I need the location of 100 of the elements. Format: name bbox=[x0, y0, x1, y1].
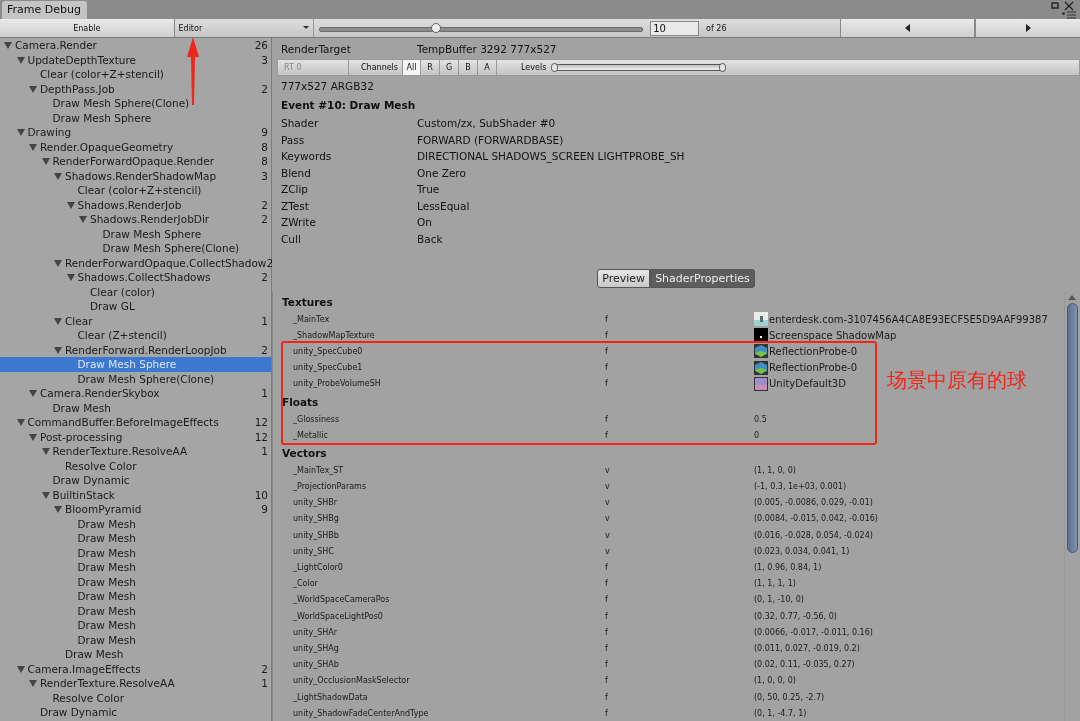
event-tree-item[interactable]: Post-processing 12 bbox=[0, 429, 271, 444]
event-tree-item[interactable]: RenderForwardOpaque.Render 8 bbox=[0, 154, 271, 169]
event-slider-thumb[interactable] bbox=[430, 23, 441, 33]
event-tree-item[interactable]: Draw GL bbox=[0, 299, 271, 314]
view-tab[interactable]: Preview bbox=[597, 269, 651, 288]
maximize-icon[interactable] bbox=[1051, 2, 1061, 10]
expanded-icon[interactable] bbox=[29, 680, 37, 687]
channel-toggle[interactable]: G bbox=[440, 60, 459, 75]
next-button[interactable] bbox=[975, 19, 1080, 37]
event-number-field[interactable]: 10 bbox=[650, 20, 700, 36]
event-tree-item[interactable]: RenderForward.RenderLoopJob 2 bbox=[0, 342, 271, 357]
channel-toggle[interactable]: B bbox=[459, 60, 478, 75]
expanded-icon[interactable] bbox=[16, 56, 25, 64]
expanded-icon[interactable] bbox=[16, 129, 25, 136]
event-tree-item[interactable]: Camera.ImageEffects 2 bbox=[0, 661, 271, 676]
event-tree-item[interactable]: Clear (color+Z+stencil) bbox=[0, 183, 271, 198]
expanded-icon[interactable] bbox=[41, 448, 50, 455]
event-tree-item[interactable]: Draw Mesh Sphere bbox=[0, 226, 271, 241]
expanded-icon[interactable] bbox=[16, 419, 25, 426]
property-value: (0, 1, -10, 0) bbox=[754, 595, 804, 605]
event-tree-item[interactable]: Camera.Render 26 bbox=[0, 38, 271, 53]
field-label: ZWrite bbox=[281, 216, 317, 229]
event-tree-item[interactable]: Shadows.RenderJob 2 bbox=[0, 197, 271, 212]
event-tree-item[interactable]: Draw Dynamic bbox=[0, 473, 271, 488]
expanded-icon[interactable] bbox=[41, 491, 50, 499]
event-tree-item[interactable]: Clear (color) bbox=[0, 284, 271, 299]
property-name: _Color bbox=[292, 579, 319, 589]
property-type: f bbox=[605, 363, 609, 373]
expanded-icon[interactable] bbox=[54, 259, 62, 267]
property-name: unity_OcclusionMaskSelector bbox=[292, 676, 411, 686]
texture-thumbnail-icon bbox=[754, 312, 768, 327]
previous-button[interactable] bbox=[839, 19, 976, 37]
event-tree-item[interactable]: Clear 1 bbox=[0, 313, 271, 328]
event-tree-item[interactable]: UpdateDepthTexture 3 bbox=[0, 52, 271, 67]
event-tree-item[interactable]: Shadows.CollectShadows 2 bbox=[0, 270, 271, 285]
levels-label: Levels bbox=[521, 63, 547, 72]
event-tree-item[interactable]: Draw Mesh bbox=[0, 647, 271, 662]
event-tree-item[interactable]: Draw Dynamic bbox=[0, 705, 271, 720]
event-tree-item[interactable]: Shadows.RenderJobDir 2 bbox=[0, 212, 271, 227]
event-tree-item[interactable]: RenderTexture.ResolveAA 1 bbox=[0, 676, 271, 691]
channel-toggle[interactable]: A bbox=[478, 60, 497, 75]
event-tree-item[interactable]: Camera.RenderSkybox 1 bbox=[0, 386, 271, 401]
expanded-icon[interactable] bbox=[29, 85, 37, 93]
event-tree-item[interactable]: BloomPyramid 9 bbox=[0, 502, 271, 517]
event-tree-item[interactable]: Clear (Z+stencil) bbox=[0, 328, 271, 343]
target-dropdown[interactable]: Editor bbox=[174, 19, 315, 37]
enable-button[interactable]: Enable bbox=[0, 19, 175, 37]
event-tree-item[interactable]: BuiltinStack 10 bbox=[0, 487, 271, 502]
event-tree-item[interactable]: Draw Mesh bbox=[0, 545, 271, 560]
section-header: Floats bbox=[282, 394, 320, 410]
event-tree-item[interactable]: Draw Mesh bbox=[0, 574, 271, 589]
event-tree-item[interactable]: Draw Mesh bbox=[0, 531, 271, 546]
event-tree-item[interactable]: CommandBuffer.BeforeImageEffects 12 bbox=[0, 415, 271, 430]
expanded-icon[interactable] bbox=[66, 274, 75, 281]
expanded-icon[interactable] bbox=[54, 317, 62, 325]
expanded-icon[interactable] bbox=[29, 390, 37, 397]
event-tree-item[interactable]: Resolve Color bbox=[0, 690, 271, 705]
levels-low-thumb[interactable] bbox=[551, 63, 559, 72]
window-tab[interactable]: Frame Debug bbox=[2, 1, 87, 19]
event-tree-item[interactable]: Draw Mesh bbox=[0, 603, 271, 618]
expanded-icon[interactable] bbox=[4, 42, 12, 49]
expanded-icon[interactable] bbox=[54, 172, 62, 180]
event-tree-item[interactable]: Clear (color+Z+stencil) bbox=[0, 67, 271, 82]
expanded-icon[interactable] bbox=[66, 201, 75, 209]
close-icon[interactable] bbox=[1064, 1, 1074, 11]
expanded-icon[interactable] bbox=[41, 158, 50, 165]
event-tree-item[interactable]: Draw Mesh bbox=[0, 516, 271, 531]
event-tree-item[interactable]: Draw Mesh Sphere(Clone) bbox=[0, 96, 271, 111]
levels-high-thumb[interactable] bbox=[719, 63, 727, 72]
expanded-icon[interactable] bbox=[29, 143, 37, 151]
event-tree-item[interactable]: Draw Mesh bbox=[0, 632, 271, 647]
event-tree-item[interactable]: RenderTexture.ResolveAA 1 bbox=[0, 444, 271, 459]
event-tree-item[interactable]: Draw Mesh Sphere(Clone) bbox=[0, 371, 271, 386]
event-tree-item[interactable]: Draw Mesh bbox=[0, 400, 271, 415]
expanded-icon[interactable] bbox=[16, 665, 25, 673]
expanded-icon[interactable] bbox=[54, 346, 62, 354]
event-tree-item[interactable]: Render.OpaqueGeometry 8 bbox=[0, 139, 271, 154]
view-tab[interactable]: ShaderProperties bbox=[650, 269, 755, 288]
event-tree-item[interactable]: Draw Mesh bbox=[0, 589, 271, 604]
scroll-up-icon[interactable] bbox=[1068, 295, 1076, 300]
event-tree-item[interactable]: Draw Mesh Sphere bbox=[0, 110, 271, 125]
channel-toggle[interactable]: R bbox=[421, 60, 440, 75]
property-type: v bbox=[605, 546, 611, 556]
scrollbar-thumb[interactable] bbox=[1067, 303, 1078, 553]
menu-icon[interactable] bbox=[1062, 11, 1076, 19]
event-tree-item[interactable]: Resolve Color bbox=[0, 458, 271, 473]
event-tree-item[interactable]: DepthPass.Job 2 bbox=[0, 81, 271, 96]
event-tree-item[interactable]: Drawing 9 bbox=[0, 125, 271, 140]
event-tree-item[interactable]: Draw Mesh bbox=[0, 618, 271, 633]
event-tree-item[interactable]: Draw Mesh bbox=[0, 560, 271, 575]
event-tree-item[interactable]: Shadows.RenderShadowMap 3 bbox=[0, 168, 271, 183]
expanded-icon[interactable] bbox=[29, 433, 37, 441]
section-header: Textures bbox=[282, 295, 334, 310]
expanded-icon[interactable] bbox=[54, 506, 62, 513]
event-tree-item[interactable]: Draw Mesh Sphere bbox=[0, 357, 271, 372]
scrollbar[interactable] bbox=[1064, 292, 1080, 721]
property-value: 0 bbox=[754, 430, 760, 440]
channel-toggle[interactable]: All bbox=[402, 60, 421, 75]
expanded-icon[interactable] bbox=[79, 216, 87, 223]
event-tree-item[interactable]: Draw Mesh Sphere(Clone) bbox=[0, 241, 271, 256]
